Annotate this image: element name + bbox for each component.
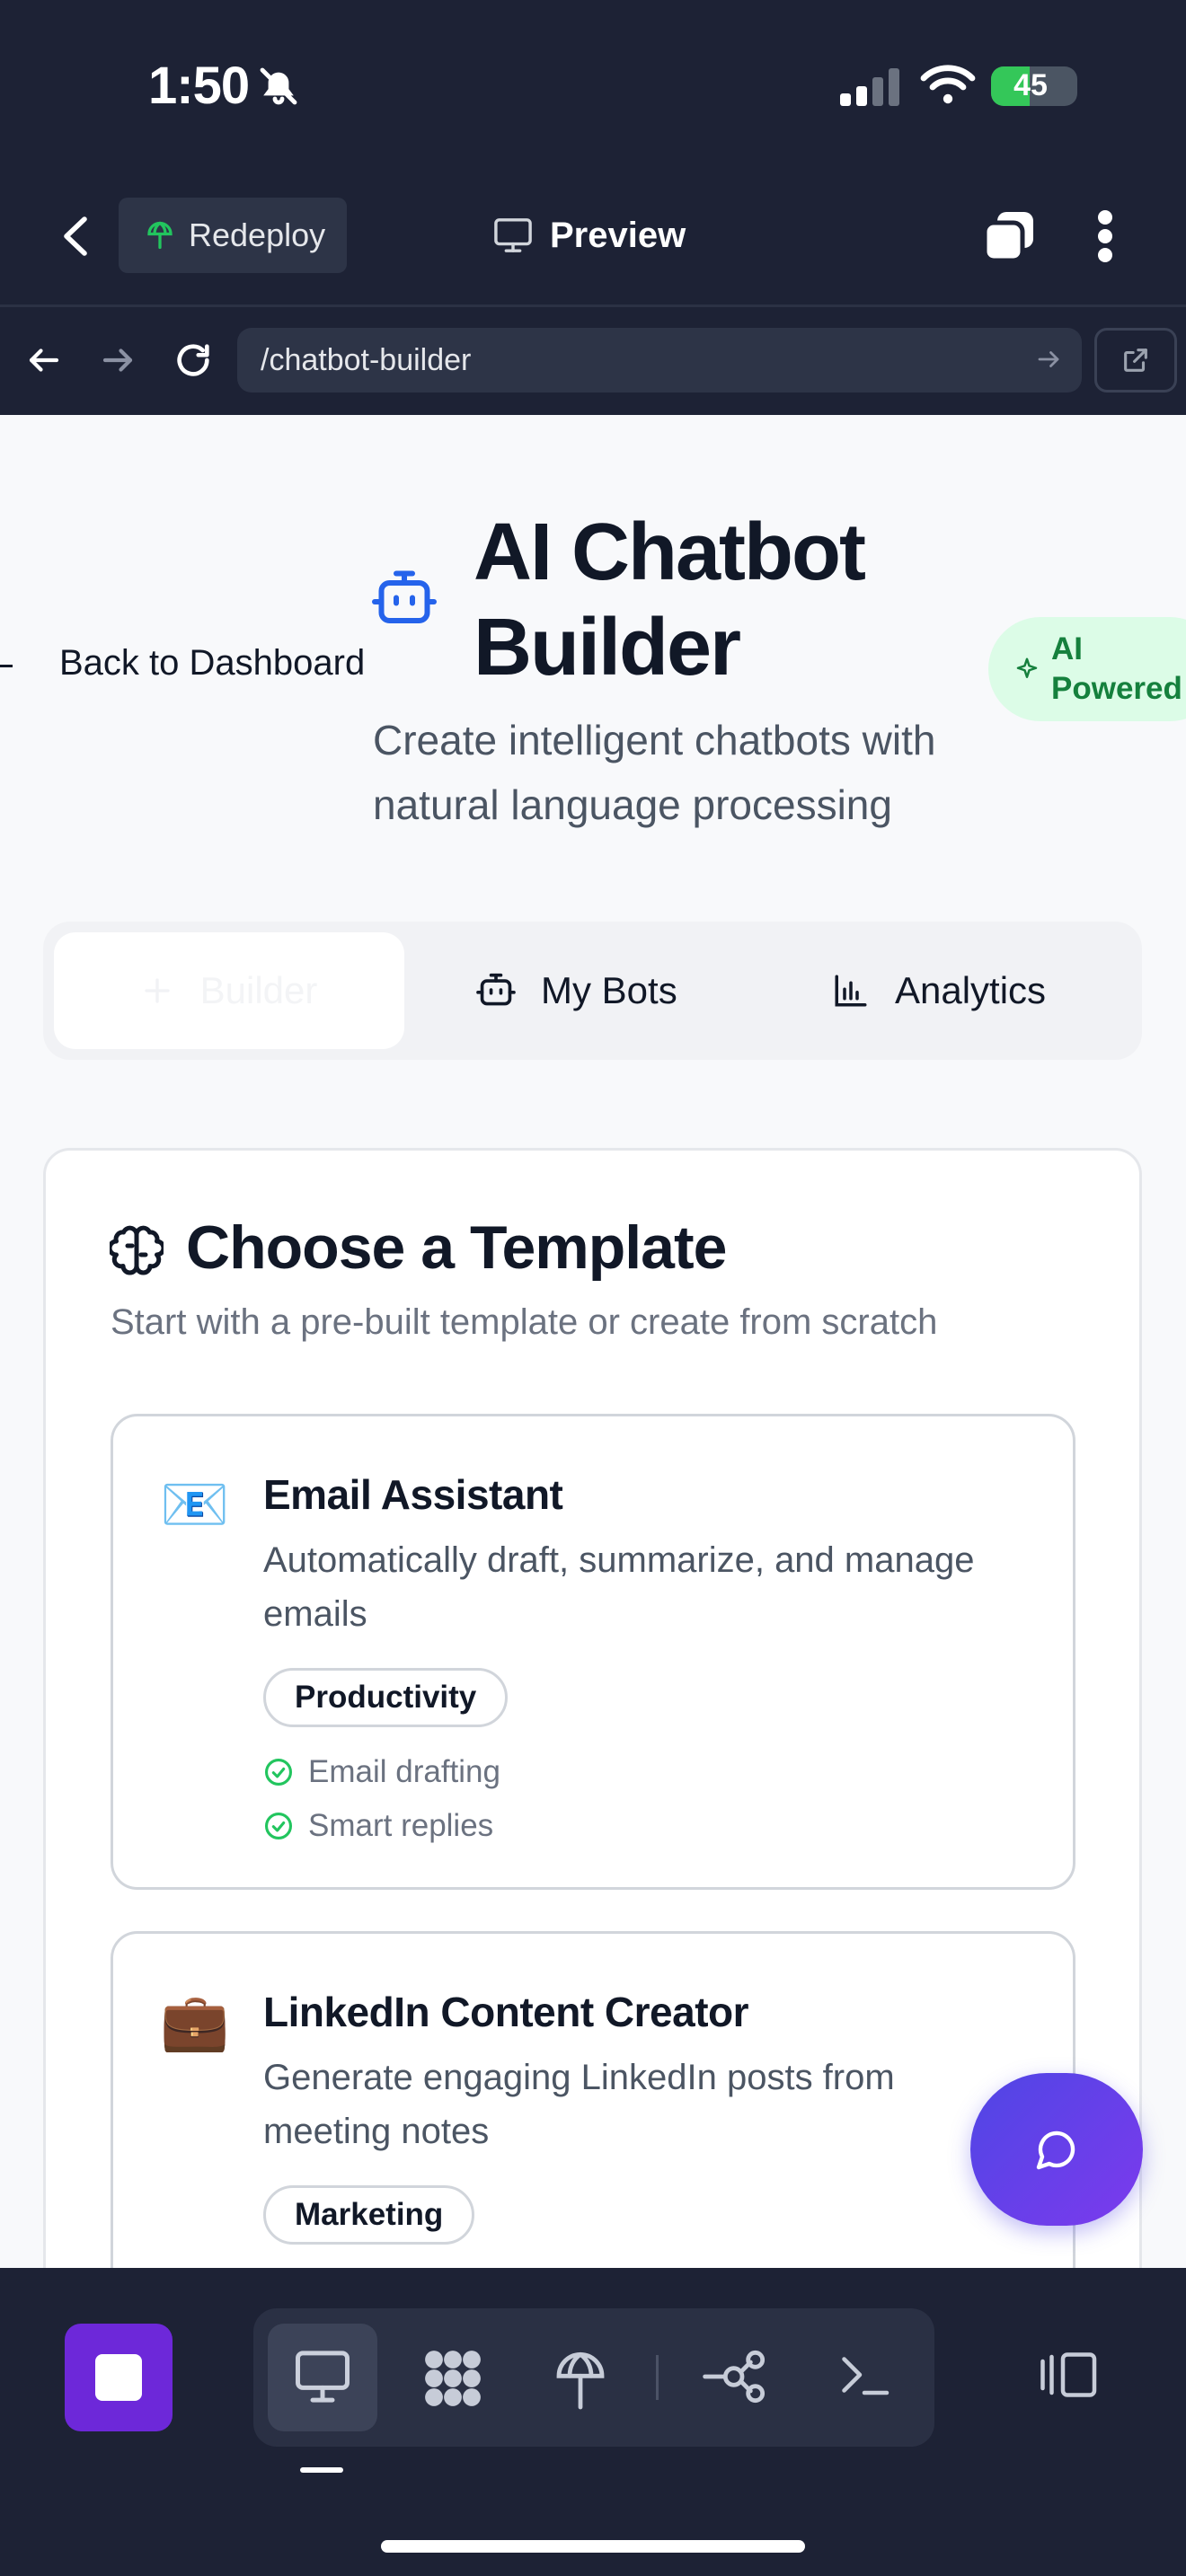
section-subtitle: Start with a pre-built template or creat… [111, 1302, 938, 1342]
grid-modules-icon[interactable] [420, 2346, 485, 2411]
battery-indicator: 45 [991, 66, 1077, 106]
panel-toggle-icon[interactable] [1035, 2348, 1100, 2402]
back-to-dashboard-link[interactable]: Back to Dashboard [59, 643, 365, 684]
ai-powered-label: AI Powered [1051, 631, 1182, 706]
browser-forward-icon[interactable] [99, 341, 137, 379]
page-title: AI Chatbot Builder [474, 507, 866, 693]
tab-builder-label: Builder [199, 969, 318, 1011]
category-tag: Productivity [263, 1668, 509, 1727]
deploy-antenna-icon[interactable] [552, 2344, 609, 2413]
home-indicator [381, 2540, 805, 2553]
external-link-icon [1120, 345, 1151, 375]
feature-item: Email drafting [263, 1754, 500, 1790]
template-description: Generate engaging LinkedIn posts from me… [263, 2058, 895, 2151]
back-arrow-icon[interactable] [0, 665, 13, 667]
feature-label: Smart replies [308, 1808, 494, 1843]
brain-icon [110, 1223, 164, 1277]
tab-my-bots-label: My Bots [541, 969, 677, 1011]
battery-level: 45 [1013, 68, 1048, 102]
template-option-email-assistant[interactable]: 📧 Email Assistant Automatically draft, s… [111, 1414, 1075, 1890]
chat-bubble-icon [1035, 2128, 1078, 2171]
tabs-switcher-icon[interactable] [981, 208, 1037, 264]
header-divider [0, 304, 1186, 307]
git-branch-icon[interactable] [703, 2348, 767, 2405]
plus-icon [141, 975, 173, 1007]
tab-builder[interactable]: Builder [54, 932, 404, 1049]
section-title: Choose a Template [186, 1213, 727, 1282]
back-chevron-icon[interactable] [58, 214, 97, 259]
open-external-button[interactable] [1094, 328, 1177, 393]
monitor-icon [293, 2348, 352, 2405]
wifi-icon [920, 63, 976, 106]
silent-bell-icon [257, 65, 300, 108]
tab-analytics-label: Analytics [895, 969, 1047, 1011]
template-name: Email Assistant [263, 1471, 563, 1518]
globe-antenna-icon [144, 219, 176, 251]
envelope-icon: 📧 [160, 1474, 230, 1536]
page-subtitle: Create intelligent chatbots with natural… [373, 717, 936, 828]
tab-analytics[interactable]: Analytics [832, 922, 1046, 1060]
ai-powered-badge: AI Powered [988, 617, 1186, 721]
preview-label: Preview [550, 215, 686, 255]
check-circle-icon [263, 1757, 294, 1787]
stop-square-icon [95, 2354, 142, 2401]
chat-fab-button[interactable] [970, 2073, 1143, 2226]
preview-tab[interactable]: Preview [492, 208, 686, 262]
cellular-signal-icon [840, 68, 901, 106]
stop-button[interactable] [65, 2324, 173, 2431]
check-circle-icon [263, 1811, 294, 1841]
sparkles-icon [1013, 656, 1040, 683]
toolbar-separator [656, 2355, 659, 2400]
reload-icon[interactable] [173, 340, 214, 381]
bot-icon [476, 973, 516, 1009]
feature-item: Smart replies [263, 1808, 493, 1844]
more-menu-icon[interactable] [1096, 208, 1114, 264]
terminal-icon[interactable] [837, 2348, 891, 2402]
view-tabs: Builder My Bots Analytics [43, 922, 1142, 1060]
bot-icon [372, 569, 437, 629]
template-name: LinkedIn Content Creator [263, 1989, 749, 2035]
redeploy-button[interactable]: Redeploy [119, 198, 347, 273]
go-arrow-icon[interactable] [1035, 346, 1062, 373]
status-time: 1:50 [148, 57, 250, 115]
url-text: /chatbot-builder [261, 342, 472, 377]
briefcase-icon: 💼 [160, 1991, 230, 2053]
template-option-linkedin-creator[interactable]: 💼 LinkedIn Content Creator Generate enga… [111, 1931, 1075, 2268]
template-description: Automatically draft, summarize, and mana… [263, 1540, 975, 1634]
feature-label: Email drafting [308, 1754, 500, 1789]
monitor-icon [492, 216, 534, 254]
redeploy-label: Redeploy [189, 216, 326, 253]
preview-viewport: Back to Dashboard AI Chatbot Builder AI … [0, 415, 1186, 2268]
bar-chart-icon [832, 972, 870, 1010]
tab-my-bots[interactable]: My Bots [476, 922, 677, 1060]
browser-back-icon[interactable] [25, 341, 63, 379]
url-input[interactable]: /chatbot-builder [237, 328, 1082, 393]
category-tag: Marketing [263, 2185, 475, 2245]
active-tool-indicator [300, 2467, 343, 2473]
